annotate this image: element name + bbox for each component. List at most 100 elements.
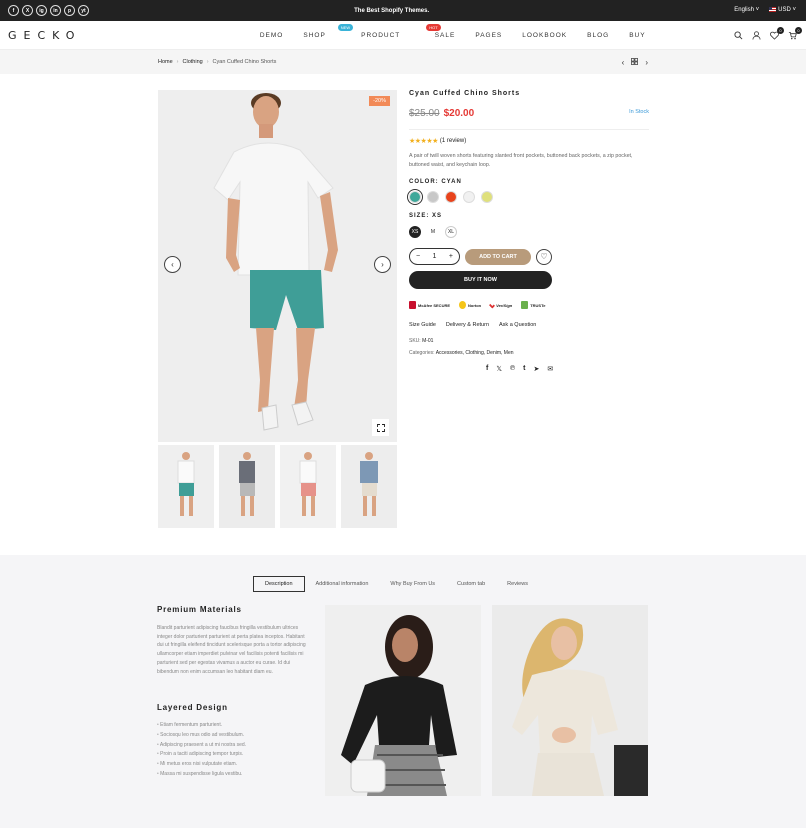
linkedin-icon[interactable]: in [50, 5, 61, 16]
product-main-image[interactable]: -20% ‹ › [158, 90, 397, 442]
site-header: GECKO DEMO SHOP NEW PRODUCT HOT SALE PAGES… [0, 21, 806, 50]
norton-badge-label: Norton [468, 302, 482, 308]
next-product-icon[interactable]: › [645, 58, 648, 67]
nav-label: SALE [434, 31, 456, 39]
delivery-return-link[interactable]: Delivery & Return [446, 322, 489, 328]
plus-icon[interactable]: + [449, 253, 453, 260]
size-xs[interactable]: XS [409, 226, 421, 238]
wishlist-icon[interactable]: 0 [770, 27, 784, 40]
ask-question-link[interactable]: Ask a Question [499, 322, 536, 328]
chevron-left-icon: ‹ [171, 260, 174, 269]
list-item: Adipiscing praesent a ut mi nostra sed. [157, 741, 246, 751]
quantity-value[interactable]: 1 [433, 253, 437, 260]
tab-custom[interactable]: Custom tab [446, 576, 496, 592]
categories-row: Categories: Accessories, Clothing, Denim… [409, 350, 649, 356]
facebook-icon[interactable]: f [486, 365, 488, 373]
tab-bar: Description Additional information Why B… [253, 576, 539, 592]
sku-label: SKU: [409, 338, 421, 344]
nav-product[interactable]: PRODUCT HOT [361, 23, 441, 39]
language-selector[interactable]: English ˅ [734, 7, 759, 13]
breadcrumb-current: Cyan Cuffed Chino Shorts [212, 59, 277, 65]
nav-label: BLOG [587, 31, 610, 39]
nav-shop[interactable]: SHOP NEW [303, 23, 354, 39]
review-count: (1 review) [439, 138, 467, 144]
nav-label: BUY [629, 31, 646, 39]
thumbnail-1[interactable] [158, 445, 214, 528]
x-twitter-icon[interactable]: 𝕏 [496, 365, 502, 373]
search-icon[interactable] [734, 30, 744, 40]
buy-now-button[interactable]: BUY IT NOW [409, 271, 552, 289]
cart-icon[interactable]: 0 [788, 27, 802, 40]
grid-icon[interactable] [631, 57, 639, 67]
promo-text: The Best Shopify Themes. [354, 7, 430, 14]
add-to-cart-button[interactable]: ADD TO CART [465, 248, 531, 265]
swatch-cyan[interactable] [409, 191, 421, 203]
youtube-icon[interactable]: yt [78, 5, 89, 16]
product-tabs-section: Description Additional information Why B… [0, 555, 806, 828]
thumbnail-list [158, 445, 397, 528]
swatch-white[interactable] [463, 191, 475, 203]
size-m[interactable]: M [427, 226, 439, 238]
telegram-icon[interactable]: ➤ [534, 365, 540, 373]
list-item: Massa mi suspendisse ligula vestibu. [157, 770, 246, 780]
nav-label: DEMO [259, 31, 284, 39]
truste-badge: TRUSTe [521, 300, 545, 310]
quantity-stepper: − 1 + [409, 248, 460, 265]
add-to-wishlist-button[interactable]: ♡ [536, 248, 552, 265]
instagram-icon[interactable]: ig [36, 5, 47, 16]
mcafee-badge-label: McAfee SECURE [418, 302, 451, 308]
tab-why-buy[interactable]: Why Buy From Us [379, 576, 446, 592]
swatch-red[interactable] [445, 191, 457, 203]
nav-label: SHOP [303, 31, 326, 39]
size-options: XS M XL [409, 226, 649, 238]
size-guide-link[interactable]: Size Guide [409, 322, 436, 328]
truste-badge-label: TRUSTe [530, 302, 546, 308]
categories-value[interactable]: Accessories, Clothing, Denim, Men [436, 350, 514, 356]
facebook-icon[interactable]: f [8, 5, 19, 16]
tumblr-icon[interactable]: t [523, 365, 525, 373]
nav-buy[interactable]: BUY [629, 32, 645, 39]
account-icon[interactable] [752, 30, 762, 40]
nav-demo[interactable]: DEMO [260, 32, 284, 39]
rating[interactable]: ★★★★★ (1 review) [409, 137, 649, 145]
swatch-lime[interactable] [481, 191, 493, 203]
description-body: Blandit parturient adipiscing faucibus f… [157, 625, 306, 675]
pinterest-icon[interactable]: ℗ [510, 365, 515, 373]
tab-description[interactable]: Description [253, 576, 305, 592]
breadcrumb-category[interactable]: Clothing [183, 59, 203, 65]
chevron-right-icon: › [176, 59, 179, 65]
tab-additional-information[interactable]: Additional information [305, 576, 380, 592]
breadcrumb-home[interactable]: Home [158, 59, 173, 65]
email-icon[interactable]: ✉ [547, 365, 553, 373]
swatch-grey[interactable] [427, 191, 439, 203]
star-rating-icon: ★★★★★ [409, 138, 438, 145]
color-label: COLOR: CYAN [409, 179, 462, 185]
thumbnail-4[interactable] [341, 445, 397, 528]
color-swatches [409, 191, 649, 203]
nav-lookbook[interactable]: LOOKBOOK [522, 32, 567, 39]
zoom-icon[interactable] [372, 419, 389, 436]
pinterest-icon[interactable]: p [64, 5, 75, 16]
currency-selector[interactable]: USD ˅ [769, 7, 796, 14]
prev-image-button[interactable]: ‹ [164, 256, 181, 273]
x-twitter-icon[interactable]: X [22, 5, 33, 16]
next-image-button[interactable]: › [374, 256, 391, 273]
tab-reviews[interactable]: Reviews [496, 576, 539, 592]
thumbnail-3[interactable] [280, 445, 336, 528]
nav-pages[interactable]: PAGES [475, 32, 502, 39]
stock-status: In Stock [629, 109, 649, 115]
thumbnail-2[interactable] [219, 445, 275, 528]
verisign-badge-label: VeriSign [496, 302, 513, 308]
size-xl[interactable]: XL [445, 226, 457, 238]
chevron-down-icon: ˅ [755, 7, 760, 14]
nav-label: PAGES [475, 31, 503, 39]
nav-sale[interactable]: SALE [435, 32, 456, 39]
old-price: $25.00 [409, 108, 440, 119]
product-links: Size Guide Delivery & Return Ask a Quest… [409, 322, 649, 328]
verisign-badge: VeriSign [488, 300, 513, 310]
minus-icon[interactable]: − [416, 253, 420, 260]
logo[interactable]: GECKO [8, 29, 81, 42]
product-title: Cyan Cuffed Chino Shorts [409, 90, 521, 97]
nav-blog[interactable]: BLOG [587, 32, 609, 39]
prev-product-icon[interactable]: ‹ [622, 58, 625, 67]
